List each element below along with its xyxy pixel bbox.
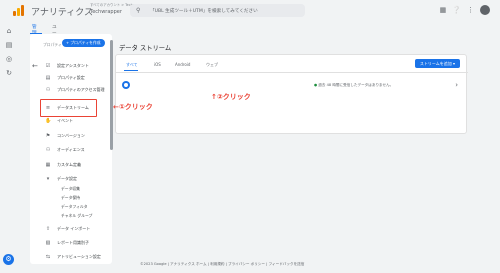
property-panel: プロパティ + プロパティを作成 ← ☑ 設定アシスタント ▤ プロパティ設定 … <box>30 34 112 264</box>
annotation-click-2: ↑②クリック <box>211 93 251 101</box>
tab-all[interactable]: すべて <box>126 62 138 68</box>
account-name: Techwrapper <box>90 9 122 15</box>
property-settings-icon: ▤ <box>45 74 51 81</box>
top-header: アナリティクス すべてのアカウント > Techwrapper Techwrap… <box>0 0 500 22</box>
reports-icon[interactable]: ▤ <box>5 41 13 49</box>
nav-label: アトリビューション設定 <box>57 253 101 259</box>
search-placeholder: 「UBL 生成ツール＋UTM」を検索してみてください <box>150 8 258 14</box>
nav-attribution-settings[interactable]: ⇆ アトリビューション設定 <box>45 252 101 261</box>
nav-reporting-identity[interactable]: ▧ レポート用識別子 <box>45 238 89 247</box>
analytics-logo-icon[interactable] <box>13 5 24 16</box>
nav-property-settings[interactable]: ▤ プロパティ設定 <box>45 73 85 82</box>
nav-label: プロパティ設定 <box>57 74 85 80</box>
subnav-channel-groups[interactable]: チャネル グループ <box>61 213 92 219</box>
nav-label: コンバージョン <box>57 132 85 138</box>
home-icon[interactable]: ⌂ <box>5 27 13 35</box>
footer: ©2023 Google | アナリティクス ホーム | 利用規約 | プライバ… <box>140 262 305 266</box>
tab-ios[interactable]: iOS <box>154 62 161 67</box>
nav-property-access[interactable]: ⚇ プロパティのアクセス管理 <box>45 85 105 94</box>
conversions-icon: ⚑ <box>45 132 51 139</box>
subnav-data-retention[interactable]: データ保持 <box>61 195 80 201</box>
stream-status-text: 過去 48 時間に受信したデータはありません。 <box>318 83 394 87</box>
search-icon: ⚲ <box>136 7 141 14</box>
status-dot-icon: ● <box>314 83 318 87</box>
add-stream-button[interactable]: ストリームを追加 ▾ <box>414 59 460 68</box>
search-input[interactable]: ⚲ 「UBL 生成ツール＋UTM」を検索してみてください <box>130 4 305 17</box>
nav-label: レポート用識別子 <box>57 239 89 245</box>
app-title: アナリティクス <box>31 8 94 18</box>
add-stream-label: ストリームを追加 <box>419 61 452 66</box>
annotation-click-1: ←①クリック <box>113 103 153 111</box>
nav-label: 設定アシスタント <box>57 62 89 68</box>
help-icon[interactable]: ❔ <box>452 5 461 15</box>
nav-events[interactable]: ✋ イベント <box>45 116 73 125</box>
create-property-button[interactable]: + プロパティを作成 <box>62 39 105 47</box>
property-access-icon: ⚇ <box>45 86 51 93</box>
nav-audiences[interactable]: ⚇ オーディエンス <box>45 145 85 154</box>
account-selector[interactable]: Techwrapper <box>90 9 122 15</box>
apps-grid-icon[interactable]: ▦ <box>440 5 447 15</box>
left-rail: ⌂ ▤ ◎ ↻ ⚙ <box>0 22 18 273</box>
more-vert-icon[interactable]: ⋮ <box>467 5 474 15</box>
audiences-icon: ⚇ <box>45 146 51 153</box>
data-import-icon: ⇧ <box>45 225 51 232</box>
nav-conversions[interactable]: ⚑ コンバージョン <box>45 131 85 140</box>
property-label: プロパティ <box>43 42 62 47</box>
attribution-settings-icon: ⇆ <box>45 253 51 260</box>
avatar[interactable] <box>480 5 490 15</box>
subnav-data-collection[interactable]: データ収集 <box>61 186 80 192</box>
web-stream-icon <box>122 81 130 89</box>
data-streams-highlight-box <box>40 99 97 117</box>
page-title: データ ストリーム <box>119 45 172 52</box>
back-arrow-icon[interactable]: ← <box>32 62 38 70</box>
nav-label: オーディエンス <box>57 146 85 152</box>
nav-setup-assistant[interactable]: ☑ 設定アシスタント <box>45 61 89 70</box>
header-actions: ▦ ❔ ⋮ <box>440 5 490 15</box>
events-icon: ✋ <box>45 117 52 124</box>
stream-tab-underline <box>124 70 138 72</box>
nav-label: カスタム定義 <box>57 161 81 167</box>
custom-definitions-icon: ▦ <box>45 161 51 168</box>
stream-row[interactable]: ● 過去 48 時間に受信したデータはありません。 › <box>116 79 468 91</box>
subnav-data-filters[interactable]: データフィルタ <box>61 204 88 210</box>
reporting-id-icon: ▧ <box>45 239 51 246</box>
explore-icon[interactable]: ◎ <box>5 55 13 63</box>
setup-assistant-icon: ☑ <box>45 62 51 69</box>
nav-custom-definitions[interactable]: ▦ カスタム定義 <box>45 160 81 169</box>
advertising-icon[interactable]: ↻ <box>5 69 13 77</box>
nav-label: データ インポート <box>57 225 91 231</box>
tab-android[interactable]: Android <box>175 62 190 67</box>
divider <box>116 72 468 73</box>
stream-status: ● 過去 48 時間に受信したデータはありません。 <box>314 83 393 88</box>
data-settings-icon: ▾ <box>46 175 50 182</box>
nav-label: イベント <box>57 117 73 123</box>
chevron-right-icon[interactable]: › <box>455 81 458 89</box>
nav-data-settings[interactable]: ▾ データ設定 <box>45 174 77 183</box>
nav-data-import[interactable]: ⇧ データ インポート <box>45 224 90 233</box>
nav-label: データ設定 <box>57 175 77 181</box>
left-panel-scrollbar[interactable] <box>110 40 113 150</box>
tab-web[interactable]: ウェブ <box>206 62 218 68</box>
admin-settings-icon[interactable]: ⚙ <box>3 254 14 265</box>
nav-label: プロパティのアクセス管理 <box>57 86 105 92</box>
streams-card: すべて iOS Android ウェブ ストリームを追加 ▾ ● 過去 48 時… <box>115 54 468 134</box>
data-streams-panel: データ ストリーム すべて iOS Android ウェブ ストリームを追加 ▾… <box>115 38 468 250</box>
